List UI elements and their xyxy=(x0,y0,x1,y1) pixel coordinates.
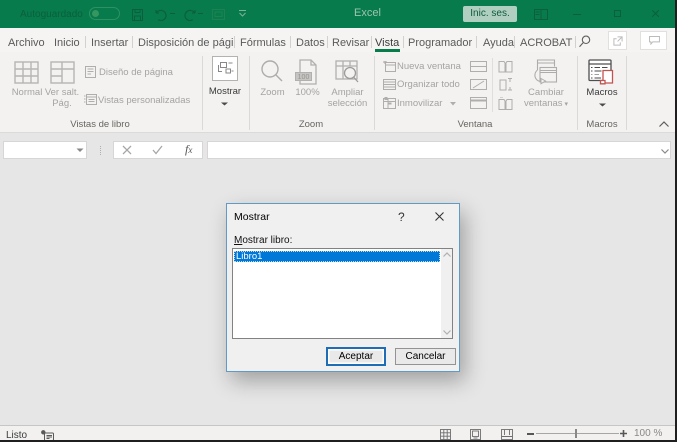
svg-text:100: 100 xyxy=(298,74,310,81)
